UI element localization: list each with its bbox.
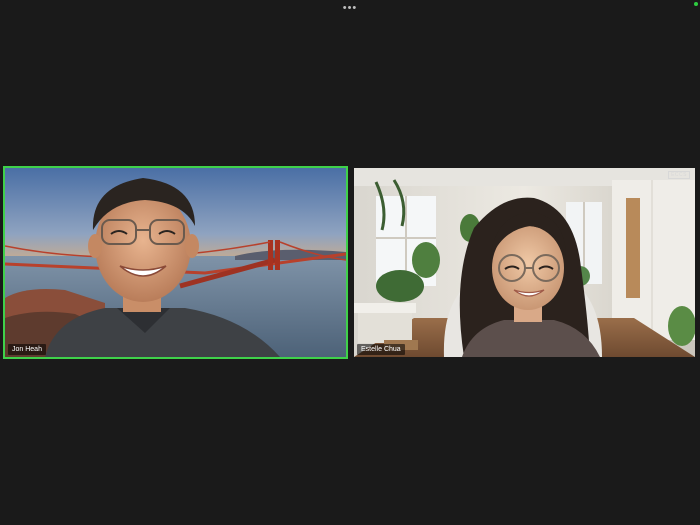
participant-name-label: Estelle Chua: [357, 344, 405, 355]
video-feed-jon-heah: [5, 168, 346, 357]
more-options-icon[interactable]: •••: [338, 2, 362, 14]
meeting-window: ••• Jon Heah ECCS Estelle Chua: [0, 0, 700, 525]
video-tile-estelle-chua[interactable]: ECCS Estelle Chua: [352, 166, 697, 359]
video-feed-estelle-chua: [354, 168, 695, 357]
video-tile-jon-heah[interactable]: Jon Heah: [3, 166, 348, 359]
participant-name-label: Jon Heah: [8, 344, 46, 355]
status-indicator-dot: [694, 2, 698, 6]
participant-badge: ECCS: [668, 171, 690, 179]
